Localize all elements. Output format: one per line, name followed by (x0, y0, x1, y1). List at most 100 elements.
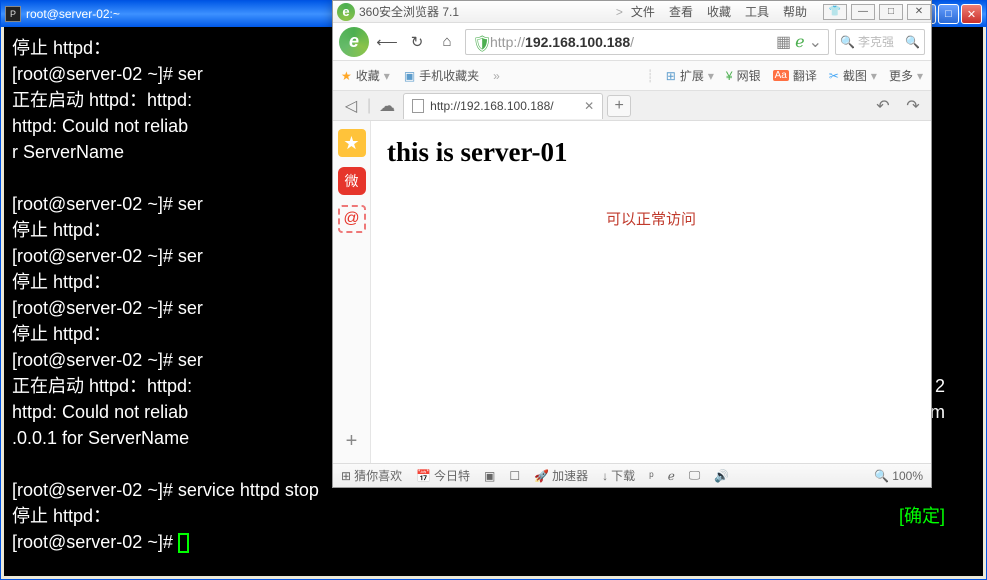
dropdown-icon[interactable]: ⌄ (809, 32, 822, 52)
minimize-button[interactable]: — (851, 4, 875, 20)
t-prompt: [root@server-02 ~]# (12, 298, 178, 318)
redo-tab-button[interactable]: ↷ (901, 95, 925, 117)
menu-tools[interactable]: 工具 (745, 3, 769, 20)
status-today[interactable]: 📅今日特 (416, 467, 470, 484)
cursor-icon (178, 533, 189, 553)
download-icon: ↓ (602, 469, 608, 483)
side-add-button[interactable]: + (346, 430, 358, 453)
t-status-ok: [确定] (899, 503, 975, 529)
t-prompt: [root@server-02 ~]# (12, 350, 178, 370)
home-button[interactable]: ⌂ (435, 30, 459, 54)
t-line: 停止 httpd： (12, 506, 111, 526)
bank-button[interactable]: ¥网银 (726, 67, 761, 84)
t-line: 停止 httpd： (12, 272, 111, 292)
url-suffix: / (630, 34, 634, 50)
browser-menu: 文件 查看 收藏 工具 帮助 (631, 3, 813, 20)
t-line: 停止 httpd： (12, 220, 111, 240)
accel-label: 加速器 (552, 467, 588, 484)
browser-content: ★ 微 @ + this is server-01 可以正常访问 (333, 121, 931, 463)
ext-label: 扩展 (680, 67, 704, 84)
t-line: 正在启动 httpd：httpd: (12, 376, 192, 396)
more-button[interactable]: 更多▾ (889, 67, 923, 84)
status-icon-d[interactable]: ℯ (668, 469, 675, 483)
page-favicon-icon (412, 99, 424, 113)
undo-tab-button[interactable]: ↶ (871, 95, 895, 117)
bookmarks-bar: ★收藏▾ ▣手机收藏夹 » ┊ ⊞扩展▾ ¥网银 Aa翻译 ✂截图▾ 更多▾ (333, 61, 931, 91)
search-icon: 🔍 (840, 35, 855, 49)
address-bar[interactable]: 🛡 http://192.168.100.188/ ▦ ℯ ⌄ (465, 29, 829, 55)
status-guess[interactable]: ⊞猜你喜欢 (341, 467, 402, 484)
page-annotation: 可以正常访问 (387, 208, 915, 229)
t-prompt: [root@server-02 ~]# (12, 480, 178, 500)
page-heading: this is server-01 (387, 137, 915, 168)
status-accel[interactable]: 🚀加速器 (534, 467, 588, 484)
bookmarks-more-icon[interactable]: » (493, 69, 500, 83)
favorites-button[interactable]: ★收藏▾ (341, 67, 390, 84)
tab-close-button[interactable]: ✕ (584, 99, 594, 113)
browser-window: e 360安全浏览器 7.1 > 文件 查看 收藏 工具 帮助 👕 — □ ✕ … (332, 0, 932, 488)
guess-label: 猜你喜欢 (354, 467, 402, 484)
t-prompt: [root@server-02 ~]# (12, 532, 178, 552)
rocket-icon: 🚀 (534, 469, 549, 483)
maximize-button[interactable]: □ (938, 4, 959, 24)
active-tab[interactable]: http://192.168.100.188/ ✕ (403, 93, 603, 119)
trans-label: 翻译 (793, 67, 817, 84)
tab-title: http://192.168.100.188/ (430, 99, 553, 113)
tab-back-button[interactable]: ◁ (339, 95, 363, 117)
tab-bar: ◁ | ☁ http://192.168.100.188/ ✕ + ↶ ↷ (333, 91, 931, 121)
more-label: 更多 (889, 67, 913, 84)
zoom-icon: 🔍 (874, 469, 889, 483)
t-prompt: [root@server-02 ~]# (12, 246, 178, 266)
close-button[interactable]: ✕ (961, 4, 982, 24)
browser-logo-big-icon[interactable]: e (339, 27, 369, 57)
t-cmd: ser (178, 64, 203, 84)
fav-label: 收藏 (356, 67, 380, 84)
search-go-icon[interactable]: 🔍 (905, 35, 920, 49)
t-cmd: ser (178, 194, 203, 214)
mobile-label: 手机收藏夹 (419, 67, 479, 84)
browser-logo-icon: e (337, 3, 355, 21)
status-bar: ⊞猜你喜欢 📅今日特 ▣ ☐ 🚀加速器 ↓下载 ᵖ ℯ 🖵 🔊 🔍100% (333, 463, 931, 487)
translate-icon: Aa (773, 70, 789, 81)
page-viewport[interactable]: this is server-01 可以正常访问 (371, 121, 931, 463)
browser-topbar: e 360安全浏览器 7.1 > 文件 查看 收藏 工具 帮助 👕 — □ ✕ (333, 1, 931, 23)
extensions-button[interactable]: ⊞扩展▾ (666, 67, 714, 84)
mobile-fav-button[interactable]: ▣手机收藏夹 (404, 67, 479, 84)
close-button[interactable]: ✕ (907, 4, 931, 20)
grid-icon: ⊞ (666, 69, 676, 83)
t-prompt: [root@server-02 ~]# (12, 194, 178, 214)
menu-caret-icon[interactable]: > (616, 5, 623, 19)
status-icon-f[interactable]: 🔊 (714, 469, 729, 483)
t-cmd: ser (178, 246, 203, 266)
status-download[interactable]: ↓下载 (602, 467, 635, 484)
reload-button[interactable]: ↻ (405, 30, 429, 54)
menu-help[interactable]: 帮助 (783, 3, 807, 20)
status-icon-b[interactable]: ☐ (509, 469, 520, 483)
pin-button[interactable]: 👕 (823, 4, 847, 20)
side-favorites-icon[interactable]: ★ (338, 129, 366, 157)
cloud-button[interactable]: ☁ (375, 95, 399, 117)
screenshot-button[interactable]: ✂截图▾ (829, 67, 877, 84)
engine-icon[interactable]: ℯ (795, 32, 804, 52)
browser-brand-text: 360安全浏览器 7.1 (359, 3, 459, 20)
menu-fav[interactable]: 收藏 (707, 3, 731, 20)
url-text: http://192.168.100.188/ (490, 34, 772, 50)
side-at-icon[interactable]: @ (338, 205, 366, 233)
qr-icon[interactable]: ▦ (776, 32, 791, 52)
status-icon-c[interactable]: ᵖ (649, 469, 654, 483)
star-icon: ★ (341, 69, 352, 83)
new-tab-button[interactable]: + (607, 95, 631, 117)
menu-file[interactable]: 文件 (631, 3, 655, 20)
status-icon-a[interactable]: ▣ (484, 469, 495, 483)
bank-icon: ¥ (726, 69, 733, 83)
status-zoom[interactable]: 🔍100% (874, 469, 923, 483)
side-weibo-icon[interactable]: 微 (338, 167, 366, 195)
translate-button[interactable]: Aa 翻译 (773, 67, 817, 84)
back-button[interactable]: ⟵ (375, 30, 399, 54)
maximize-button[interactable]: □ (879, 4, 903, 20)
scissors-icon: ✂ (829, 69, 839, 83)
menu-view[interactable]: 查看 (669, 3, 693, 20)
status-icon-e[interactable]: 🖵 (689, 468, 701, 483)
search-box[interactable]: 🔍 李克强 🔍 (835, 29, 925, 55)
dl-label: 下载 (611, 467, 635, 484)
